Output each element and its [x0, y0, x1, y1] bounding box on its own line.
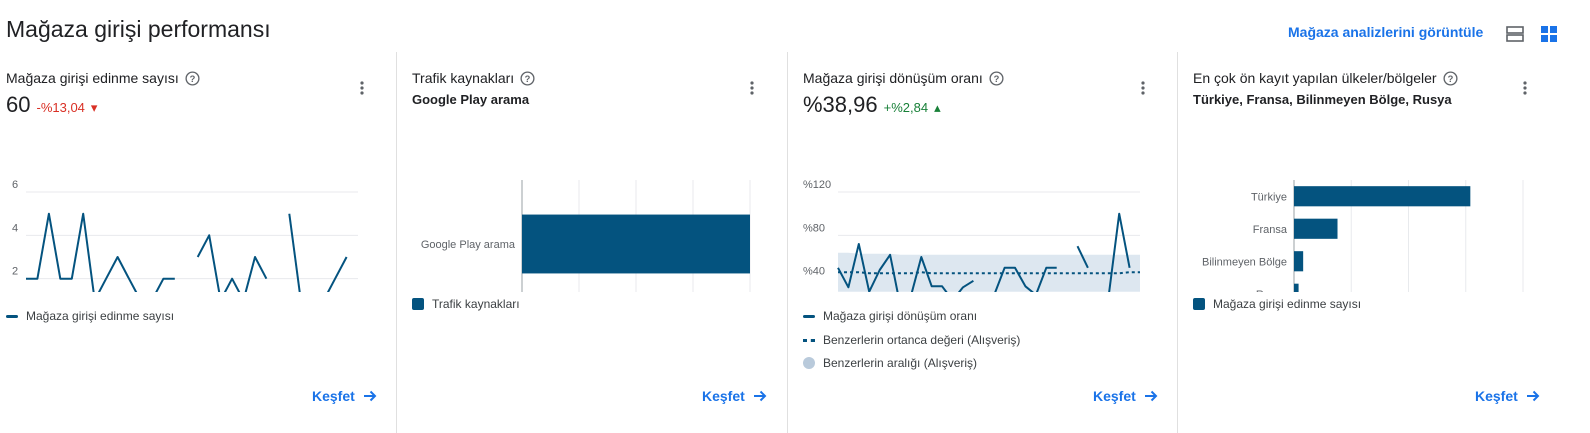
conversion-line-chart: %0%40%80%120Nis 8152229May 6: [803, 179, 1140, 292]
series-line: [196, 234, 268, 292]
y-tick-label: %40: [803, 266, 825, 278]
legend-label: Mağaza girişi dönüşüm oranı: [823, 309, 978, 323]
more-vert-icon[interactable]: [749, 80, 755, 96]
metric-value: 60: [6, 92, 31, 117]
card-subtitle: Türkiye, Fransa, Bilinmeyen Bölge, Rusya: [1193, 92, 1452, 107]
explore-label: Keşfet: [312, 388, 355, 404]
bar: [1294, 218, 1338, 239]
metric-value-wrap: %38,96 +%2,84 ▴: [803, 92, 941, 118]
bar: [522, 214, 750, 274]
card-subtitle: Google Play arama: [412, 92, 530, 107]
card-divider: [396, 52, 397, 433]
category-label: Fransa: [1253, 224, 1288, 236]
y-tick-label: 2: [12, 266, 18, 278]
category-label: Türkiye: [1251, 191, 1287, 203]
category-label: Google Play arama: [421, 239, 516, 251]
card-title-text: En çok ön kayıt yapılan ülkeler/bölgeler: [1193, 70, 1437, 86]
grid-view-button[interactable]: [1539, 24, 1559, 44]
card-divider: [787, 52, 788, 433]
down-arrow-icon: ▾: [90, 100, 98, 115]
card-title-text: Mağaza girişi dönüşüm oranı: [803, 70, 983, 86]
card-divider: [1177, 52, 1178, 433]
peer-range-band: [838, 252, 1140, 292]
explore-link[interactable]: Keşfet: [1475, 388, 1540, 404]
countries-card: En çok ön kayıt yapılan ülkeler/bölgeler…: [1187, 52, 1590, 433]
bar: [1294, 283, 1299, 292]
more-vert-icon[interactable]: [359, 80, 365, 96]
page-title: Mağaza girişi performansı: [6, 16, 271, 42]
metric-delta: -%13,04: [36, 100, 85, 115]
arrow-right-icon: [753, 390, 767, 402]
help-icon[interactable]: ?: [520, 70, 535, 86]
y-tick-label: %80: [803, 222, 825, 234]
series-line: [288, 213, 301, 292]
legend-label: Benzerlerin aralığı (Alışveriş): [823, 356, 978, 370]
category-label: Bilinmeyen Bölge: [1202, 256, 1287, 268]
conversion-card: Mağaza girişi dönüşüm oranı ? %38,96 +%2,…: [797, 52, 1177, 433]
legend-item: Benzerlerin ortanca değeri (Alışveriş): [803, 333, 1020, 347]
traffic-sources-card: Trafik kaynakları ? Google Play arama %0…: [406, 52, 787, 433]
legend-square-swatch: [1193, 298, 1205, 310]
more-vert-icon[interactable]: [1522, 80, 1528, 96]
svg-text:?: ?: [525, 73, 531, 83]
traffic-bar-chart: %0%25%50%75%100Google Play arama: [421, 180, 751, 292]
grid-view-icon: [1541, 26, 1557, 42]
legend-label: Mağaza girişi edinme sayısı: [26, 309, 175, 323]
legend-item: Trafik kaynakları: [412, 297, 520, 311]
countries-bar-chart: %0%25%50%75%100TürkiyeFransaBilinmeyen B…: [1202, 180, 1524, 292]
explore-link[interactable]: Keşfet: [312, 388, 377, 404]
legend-item: Mağaza girişi edinme sayısı: [1193, 297, 1361, 311]
list-view-icon: [1506, 26, 1524, 42]
explore-label: Keşfet: [1475, 388, 1518, 404]
legend-item: Mağaza girişi dönüşüm oranı: [803, 309, 977, 323]
store-analytics-link[interactable]: Mağaza analizlerini görüntüle: [1288, 24, 1483, 40]
bar: [1294, 251, 1304, 272]
y-tick-label: 6: [12, 179, 18, 191]
more-vert-icon[interactable]: [1140, 80, 1146, 96]
legend-item: Mağaza girişi edinme sayısı: [6, 309, 174, 323]
svg-text:?: ?: [189, 73, 195, 83]
metric-delta: +%2,84: [883, 100, 929, 115]
category-label: Rusya: [1256, 289, 1288, 292]
legend-label: Trafik kaynakları: [432, 297, 520, 311]
card-title: Mağaza girişi dönüşüm oranı ?: [803, 70, 1004, 86]
acquisitions-line-chart: 0246Nis 8152229May 6: [12, 179, 358, 292]
arrow-right-icon: [1144, 390, 1158, 402]
legend-label: Mağaza girişi edinme sayısı: [1213, 297, 1362, 311]
list-view-button[interactable]: [1505, 24, 1525, 44]
card-title: Trafik kaynakları ?: [412, 70, 535, 86]
metric-value-wrap: 60 -%13,04 ▾: [6, 92, 97, 118]
card-title-text: Mağaza girişi edinme sayısı: [6, 70, 179, 86]
legend-item: Benzerlerin aralığı (Alışveriş): [803, 356, 977, 370]
card-title: En çok ön kayıt yapılan ülkeler/bölgeler…: [1193, 70, 1458, 86]
legend-line-swatch: [6, 314, 18, 318]
bar: [1294, 186, 1471, 207]
help-icon[interactable]: ?: [989, 70, 1004, 86]
series-line: [326, 256, 348, 292]
svg-text:?: ?: [1447, 73, 1453, 83]
help-icon[interactable]: ?: [1443, 70, 1458, 86]
legend-dotted-swatch: [803, 338, 815, 342]
explore-link[interactable]: Keşfet: [1093, 388, 1158, 404]
arrow-right-icon: [1526, 390, 1540, 402]
legend-circle-swatch: [803, 357, 815, 369]
card-title-text: Trafik kaynakları: [412, 70, 515, 86]
arrow-right-icon: [363, 390, 377, 402]
help-icon[interactable]: ?: [185, 70, 200, 86]
legend-label: Benzerlerin ortanca değeri (Alışveriş): [823, 333, 1021, 347]
explore-label: Keşfet: [702, 388, 745, 404]
explore-label: Keşfet: [1093, 388, 1136, 404]
card-title: Mağaza girişi edinme sayısı ?: [6, 70, 200, 86]
acquisitions-card: Mağaza girişi edinme sayısı ? 60 -%13,04 ▾…: [0, 52, 396, 433]
legend-line-swatch: [803, 314, 815, 318]
up-arrow-icon: ▴: [934, 100, 941, 115]
explore-link[interactable]: Keşfet: [702, 388, 767, 404]
legend-square-swatch: [412, 298, 424, 310]
svg-text:?: ?: [993, 73, 999, 83]
y-tick-label: %120: [803, 179, 831, 191]
y-tick-label: 4: [12, 222, 18, 234]
metric-value: %38,96: [803, 92, 878, 117]
series-line: [26, 212, 175, 292]
